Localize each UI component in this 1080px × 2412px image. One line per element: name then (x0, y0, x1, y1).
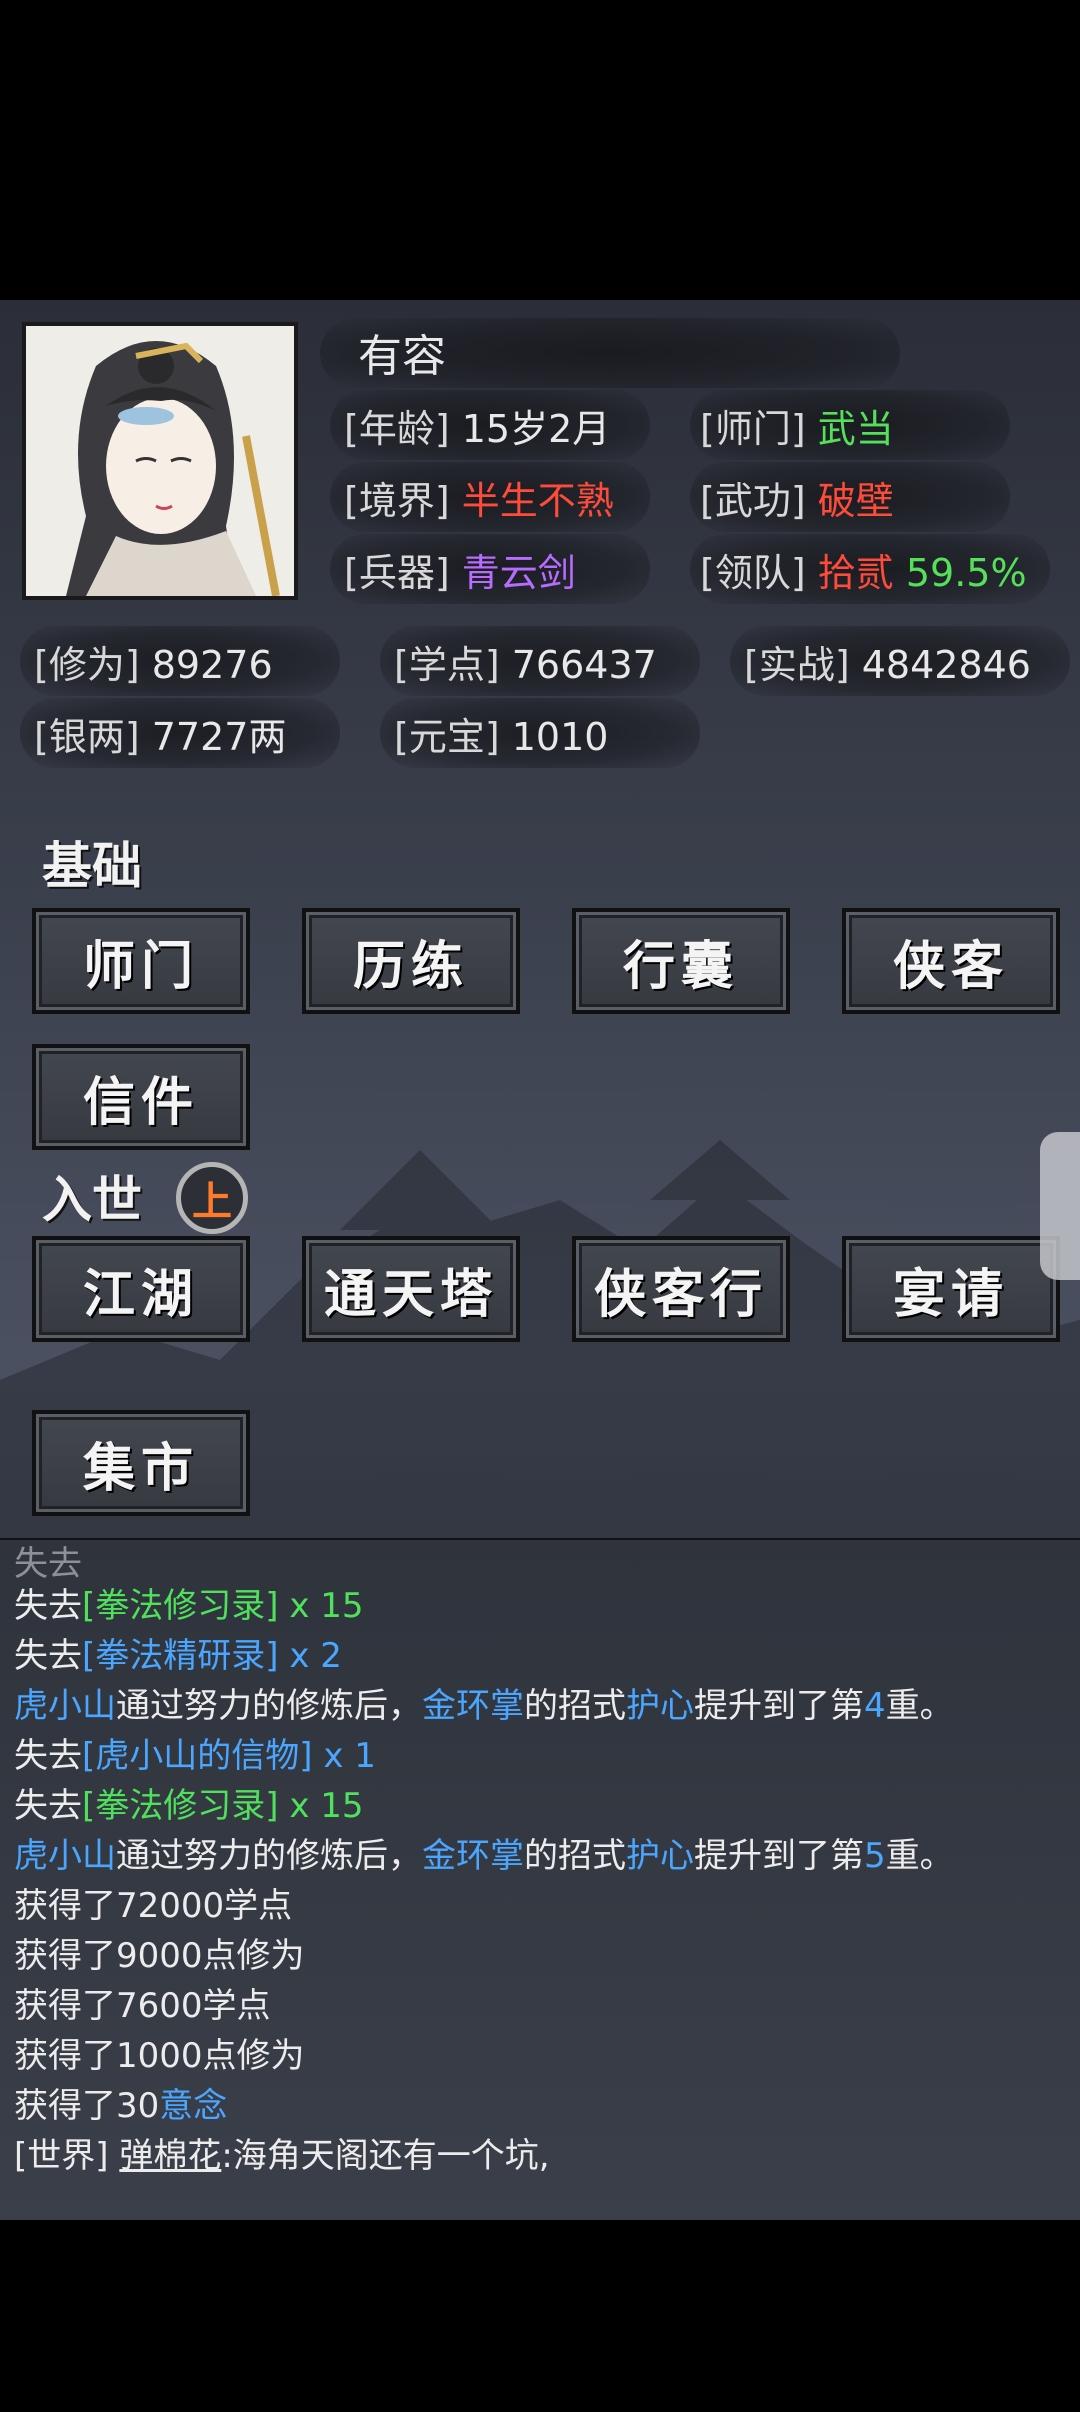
realm-value: 半生不熟 (461, 479, 614, 523)
log-text: 通过努力的修炼后， (116, 1686, 422, 1726)
log-line: 获得了7600学点 (14, 1986, 271, 2026)
log-line: 获得了9000点修为 (14, 1936, 305, 1976)
game-screen: 有容 [年龄] 15岁2月 [师门] 武当 [境界] 半生不熟 [武功] 破壁 … (0, 300, 1080, 2220)
study-stat: [学点] 766437 (394, 634, 657, 689)
log-text: 失去 (14, 1586, 82, 1626)
log-text: 的招式 (524, 1686, 626, 1726)
log-count: x 15 (278, 1786, 364, 1826)
team-label: [领队] (700, 551, 806, 595)
log-text: 提升到了第 (694, 1686, 864, 1726)
heroway-button[interactable]: 侠客行 (572, 1236, 790, 1342)
log-item-link[interactable]: [拳法修习录] (82, 1786, 279, 1826)
log-line: 获得了72000学点 (14, 1886, 293, 1926)
log-character-link[interactable]: 虎小山 (14, 1686, 116, 1726)
character-name: 有容 (358, 331, 446, 382)
character-portrait[interactable] (22, 322, 298, 600)
log-character-link[interactable]: 虎小山 (14, 1836, 116, 1876)
mail-button[interactable]: 信件 (32, 1044, 250, 1150)
log-level: 5 (864, 1836, 886, 1876)
sect-info: [师门] 武当 (700, 398, 894, 453)
combat-stat: [实战] 4842846 (744, 634, 1031, 689)
log-level: 4 (864, 1686, 886, 1726)
bag-button[interactable]: 行囊 (572, 908, 790, 1014)
log-skill-link[interactable]: 金环掌 (422, 1686, 524, 1726)
log-line: 失去[拳法修习录] x 15 (14, 1778, 364, 1827)
log-item-link[interactable]: [虎小山的信物] (82, 1736, 313, 1776)
log-text: 通过努力的修炼后， (116, 1836, 422, 1876)
log-text: 失去 (14, 1786, 82, 1826)
study-value: 766437 (511, 643, 657, 687)
log-line: 获得了30意念 (14, 2078, 227, 2127)
martial-value: 破壁 (817, 479, 894, 523)
log-text: 重。 (885, 1686, 954, 1726)
world-upgrade-icon[interactable]: 上 (176, 1162, 248, 1234)
cultivation-value: 89276 (151, 643, 273, 687)
world-chat-tag: [世界] (14, 2136, 120, 2176)
combat-value: 4842846 (861, 643, 1031, 687)
martial-info: [武功] 破壁 (700, 470, 894, 525)
cultivation-label: [修为] (34, 643, 140, 687)
log-line: 虎小山通过努力的修炼后，金环掌的招式护心提升到了第4重。 (14, 1678, 954, 1727)
log-text: 失去 (14, 1736, 82, 1776)
banquet-button[interactable]: 宴请 (842, 1236, 1060, 1342)
tower-button[interactable]: 通天塔 (302, 1236, 520, 1342)
log-line: 获得了1000点修为 (14, 2036, 305, 2076)
log-move-link[interactable]: 护心 (626, 1836, 694, 1876)
chat-player-link[interactable]: 弹棉花 (119, 2136, 221, 2176)
chat-message: :海角天阁还有一个坑, (221, 2136, 550, 2176)
log-line-world-chat: [世界] 弹棉花:海角天阁还有一个坑, (14, 2128, 550, 2177)
section-basic-title: 基础 (42, 836, 142, 895)
training-button[interactable]: 历练 (302, 908, 520, 1014)
log-skill-link[interactable]: 金环掌 (422, 1836, 524, 1876)
side-drawer-handle[interactable] (1040, 1132, 1080, 1280)
weapon-value[interactable]: 青云剑 (462, 551, 576, 595)
age-info: [年龄] 15岁2月 (344, 398, 610, 453)
weapon-label: [兵器] (344, 551, 450, 595)
gold-stat: [元宝] 1010 (394, 706, 608, 761)
realm-info: [境界] 半生不熟 (344, 470, 614, 525)
silver-label: [银两] (34, 715, 140, 759)
log-text: 提升到了第 (694, 1836, 864, 1876)
martial-label: [武功] (700, 479, 806, 523)
log-text: 的招式 (524, 1836, 626, 1876)
gold-label: [元宝] (394, 715, 500, 759)
log-text: 重。 (885, 1836, 954, 1876)
gold-value: 1010 (511, 715, 609, 759)
weapon-info: [兵器] 青云剑 (344, 542, 576, 597)
sect-button[interactable]: 师门 (32, 908, 250, 1014)
silver-stat: [银两] 7727两 (34, 706, 286, 761)
hero-button[interactable]: 侠客 (842, 908, 1060, 1014)
market-button[interactable]: 集市 (32, 1410, 250, 1516)
team-info: [领队] 拾贰 59.5% (700, 542, 1027, 597)
log-item-link[interactable]: [拳法修习录] (82, 1586, 279, 1626)
log-line: 失去[虎小山的信物] x 1 (14, 1728, 376, 1777)
sect-label: [师门] (700, 407, 806, 451)
jianghu-button[interactable]: 江湖 (32, 1236, 250, 1342)
team-percent: 59.5% (905, 551, 1027, 595)
silver-value: 7727两 (151, 715, 287, 759)
message-log[interactable]: 失去 失去[拳法修习录] x 15 失去[拳法精研录] x 2 虎小山通过努力的… (0, 1540, 1080, 2220)
log-move-link[interactable]: 护心 (626, 1686, 694, 1726)
log-line: 失去[拳法修习录] x 15 (14, 1578, 364, 1627)
log-line: 失去[拳法精研录] x 2 (14, 1628, 342, 1677)
combat-label: [实战] (744, 643, 850, 687)
log-text: 失去 (14, 1636, 82, 1676)
realm-label: [境界] (344, 479, 450, 523)
log-item-link[interactable]: [拳法精研录] (82, 1636, 279, 1676)
age-value: 15岁2月 (461, 407, 611, 451)
study-label: [学点] (394, 643, 500, 687)
age-label: [年龄] (344, 407, 450, 451)
log-resource-link[interactable]: 意念 (159, 2086, 227, 2126)
log-count: x 2 (278, 1636, 342, 1676)
team-value: 拾贰 (817, 551, 894, 595)
section-world-title: 入世 (42, 1170, 142, 1229)
portrait-image (26, 326, 294, 596)
cultivation-stat: [修为] 89276 (34, 634, 273, 689)
log-count: x 15 (278, 1586, 364, 1626)
sect-value: 武当 (817, 407, 894, 451)
log-text: 获得了30 (14, 2086, 160, 2126)
log-count: x 1 (312, 1736, 376, 1776)
log-line: 虎小山通过努力的修炼后，金环掌的招式护心提升到了第5重。 (14, 1828, 954, 1877)
